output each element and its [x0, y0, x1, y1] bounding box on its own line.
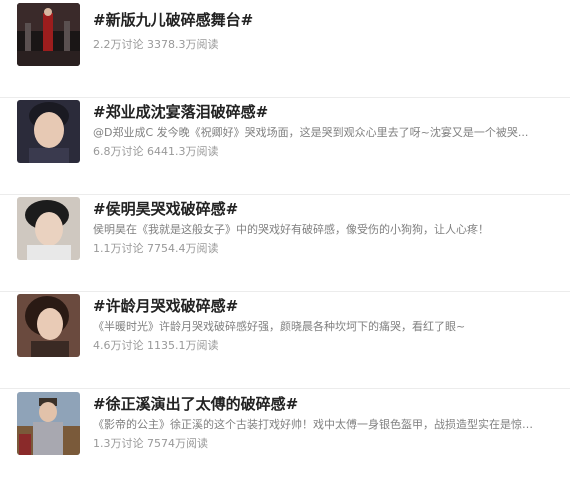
topic-stats: 1.3万讨论 7574万阅读: [93, 437, 208, 450]
topic-title[interactable]: #侯明昊哭戏破碎感#: [93, 199, 238, 219]
topic-item[interactable]: #郑业成沈宴落泪破碎感# @D郑业成C 发今晚《祝卿好》哭戏场面，这是哭到观众心…: [0, 97, 570, 195]
topic-stats: 6.8万讨论 6441.3万阅读: [93, 145, 219, 158]
topic-stats: 4.6万讨论 1135.1万阅读: [93, 339, 219, 352]
hot-topic-list: #新版九儿破碎感舞台# 2.2万讨论 3378.3万阅读 #郑业成沈宴落泪破碎感…: [0, 0, 570, 474]
actor-portrait-image[interactable]: [17, 197, 80, 260]
topic-description: 《半暖时光》许龄月哭戏破碎感好强，颜晓晨各种坎坷下的痛哭，看红了眼~: [93, 320, 466, 333]
armored-actor-image[interactable]: [17, 392, 80, 455]
actress-portrait-image[interactable]: [17, 294, 80, 357]
topic-title[interactable]: #徐正溪演出了太傅的破碎感#: [93, 394, 298, 414]
topic-description: @D郑业成C 发今晚《祝卿好》哭戏场面，这是哭到观众心里去了呀~沈宴又是一个被哭…: [93, 126, 529, 139]
stage-performance-image[interactable]: [17, 3, 80, 66]
topic-item[interactable]: #新版九儿破碎感舞台# 2.2万讨论 3378.3万阅读: [0, 0, 570, 98]
topic-stats: 1.1万讨论 7754.4万阅读: [93, 242, 219, 255]
topic-description: 《影帝的公主》徐正溪的这个古装打戏好帅！戏中太傅一身银色盔甲，战损造型实在是惊艳…: [93, 418, 533, 431]
topic-item[interactable]: #徐正溪演出了太傅的破碎感# 《影帝的公主》徐正溪的这个古装打戏好帅！戏中太傅一…: [0, 388, 570, 485]
topic-title[interactable]: #郑业成沈宴落泪破碎感#: [93, 102, 268, 122]
topic-title[interactable]: #新版九儿破碎感舞台#: [93, 10, 253, 30]
topic-description: 侯明昊在《我就是这般女子》中的哭戏好有破碎感，像受伤的小狗狗，让人心疼！: [93, 223, 489, 236]
topic-item[interactable]: #侯明昊哭戏破碎感# 侯明昊在《我就是这般女子》中的哭戏好有破碎感，像受伤的小狗…: [0, 194, 570, 292]
topic-title[interactable]: #许龄月哭戏破碎感#: [93, 296, 238, 316]
topic-item[interactable]: #许龄月哭戏破碎感# 《半暖时光》许龄月哭戏破碎感好强，颜晓晨各种坎坷下的痛哭，…: [0, 291, 570, 389]
topic-stats: 2.2万讨论 3378.3万阅读: [93, 38, 219, 51]
actor-portrait-image[interactable]: [17, 100, 80, 163]
